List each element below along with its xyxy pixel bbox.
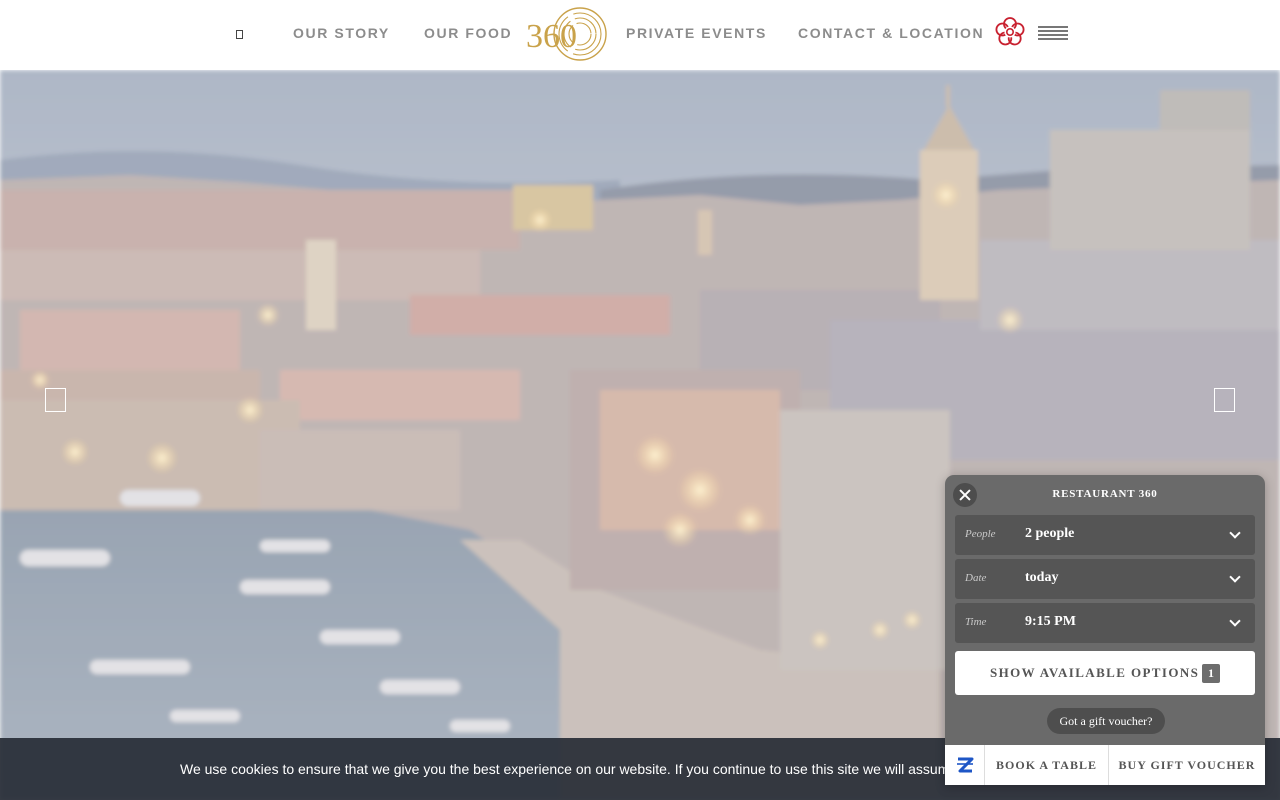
date-value: today xyxy=(1025,570,1059,585)
book-a-table-button[interactable]: BOOK A TABLE xyxy=(985,745,1109,785)
people-select[interactable]: People 2 people xyxy=(955,515,1255,555)
chevron-down-icon xyxy=(1229,615,1241,627)
nav-contact-location[interactable]: CONTACT & LOCATION xyxy=(798,24,984,42)
chevron-down-icon xyxy=(1229,527,1241,539)
nav-private-events[interactable]: PRIVATE EVENTS xyxy=(626,24,767,42)
zenchef-z-icon[interactable] xyxy=(945,745,985,785)
people-value: 2 people xyxy=(1025,526,1075,541)
show-options-label: SHOW AVAILABLE OPTIONS xyxy=(990,665,1200,680)
widget-footer: BOOK A TABLE BUY GIFT VOUCHER xyxy=(945,745,1265,785)
date-select[interactable]: Date today xyxy=(955,559,1255,599)
people-label: People xyxy=(965,528,996,540)
prev-arrow-icon[interactable] xyxy=(45,388,66,412)
gift-voucher-link[interactable]: Got a gift voucher? xyxy=(1047,708,1165,734)
time-label: Time xyxy=(965,616,987,628)
michelin-flower-icon[interactable] xyxy=(994,16,1026,48)
widget-title: RESTAURANT 360 xyxy=(1052,488,1158,500)
language-icon[interactable] xyxy=(236,30,243,39)
nav-our-food[interactable]: OUR FOOD xyxy=(424,24,512,42)
hamburger-menu-icon[interactable] xyxy=(1038,24,1072,44)
show-available-options-button[interactable]: SHOW AVAILABLE OPTIONS 1 xyxy=(955,651,1255,695)
logo-text: 360 xyxy=(526,18,577,55)
booking-widget: RESTAURANT 360 People 2 people Date toda… xyxy=(945,475,1265,785)
site-logo[interactable]: 360 xyxy=(524,6,608,64)
chevron-down-icon xyxy=(1229,571,1241,583)
options-count-badge: 1 xyxy=(1202,664,1220,683)
nav-our-story[interactable]: OUR STORY xyxy=(293,24,390,42)
buy-gift-voucher-button[interactable]: BUY GIFT VOUCHER xyxy=(1109,745,1265,785)
site-header: OUR STORY OUR FOOD 360 PRIVATE EVENTS CO… xyxy=(0,0,1280,70)
time-select[interactable]: Time 9:15 PM xyxy=(955,603,1255,643)
next-arrow-icon[interactable] xyxy=(1214,388,1235,412)
time-value: 9:15 PM xyxy=(1025,614,1076,629)
date-label: Date xyxy=(965,572,987,584)
